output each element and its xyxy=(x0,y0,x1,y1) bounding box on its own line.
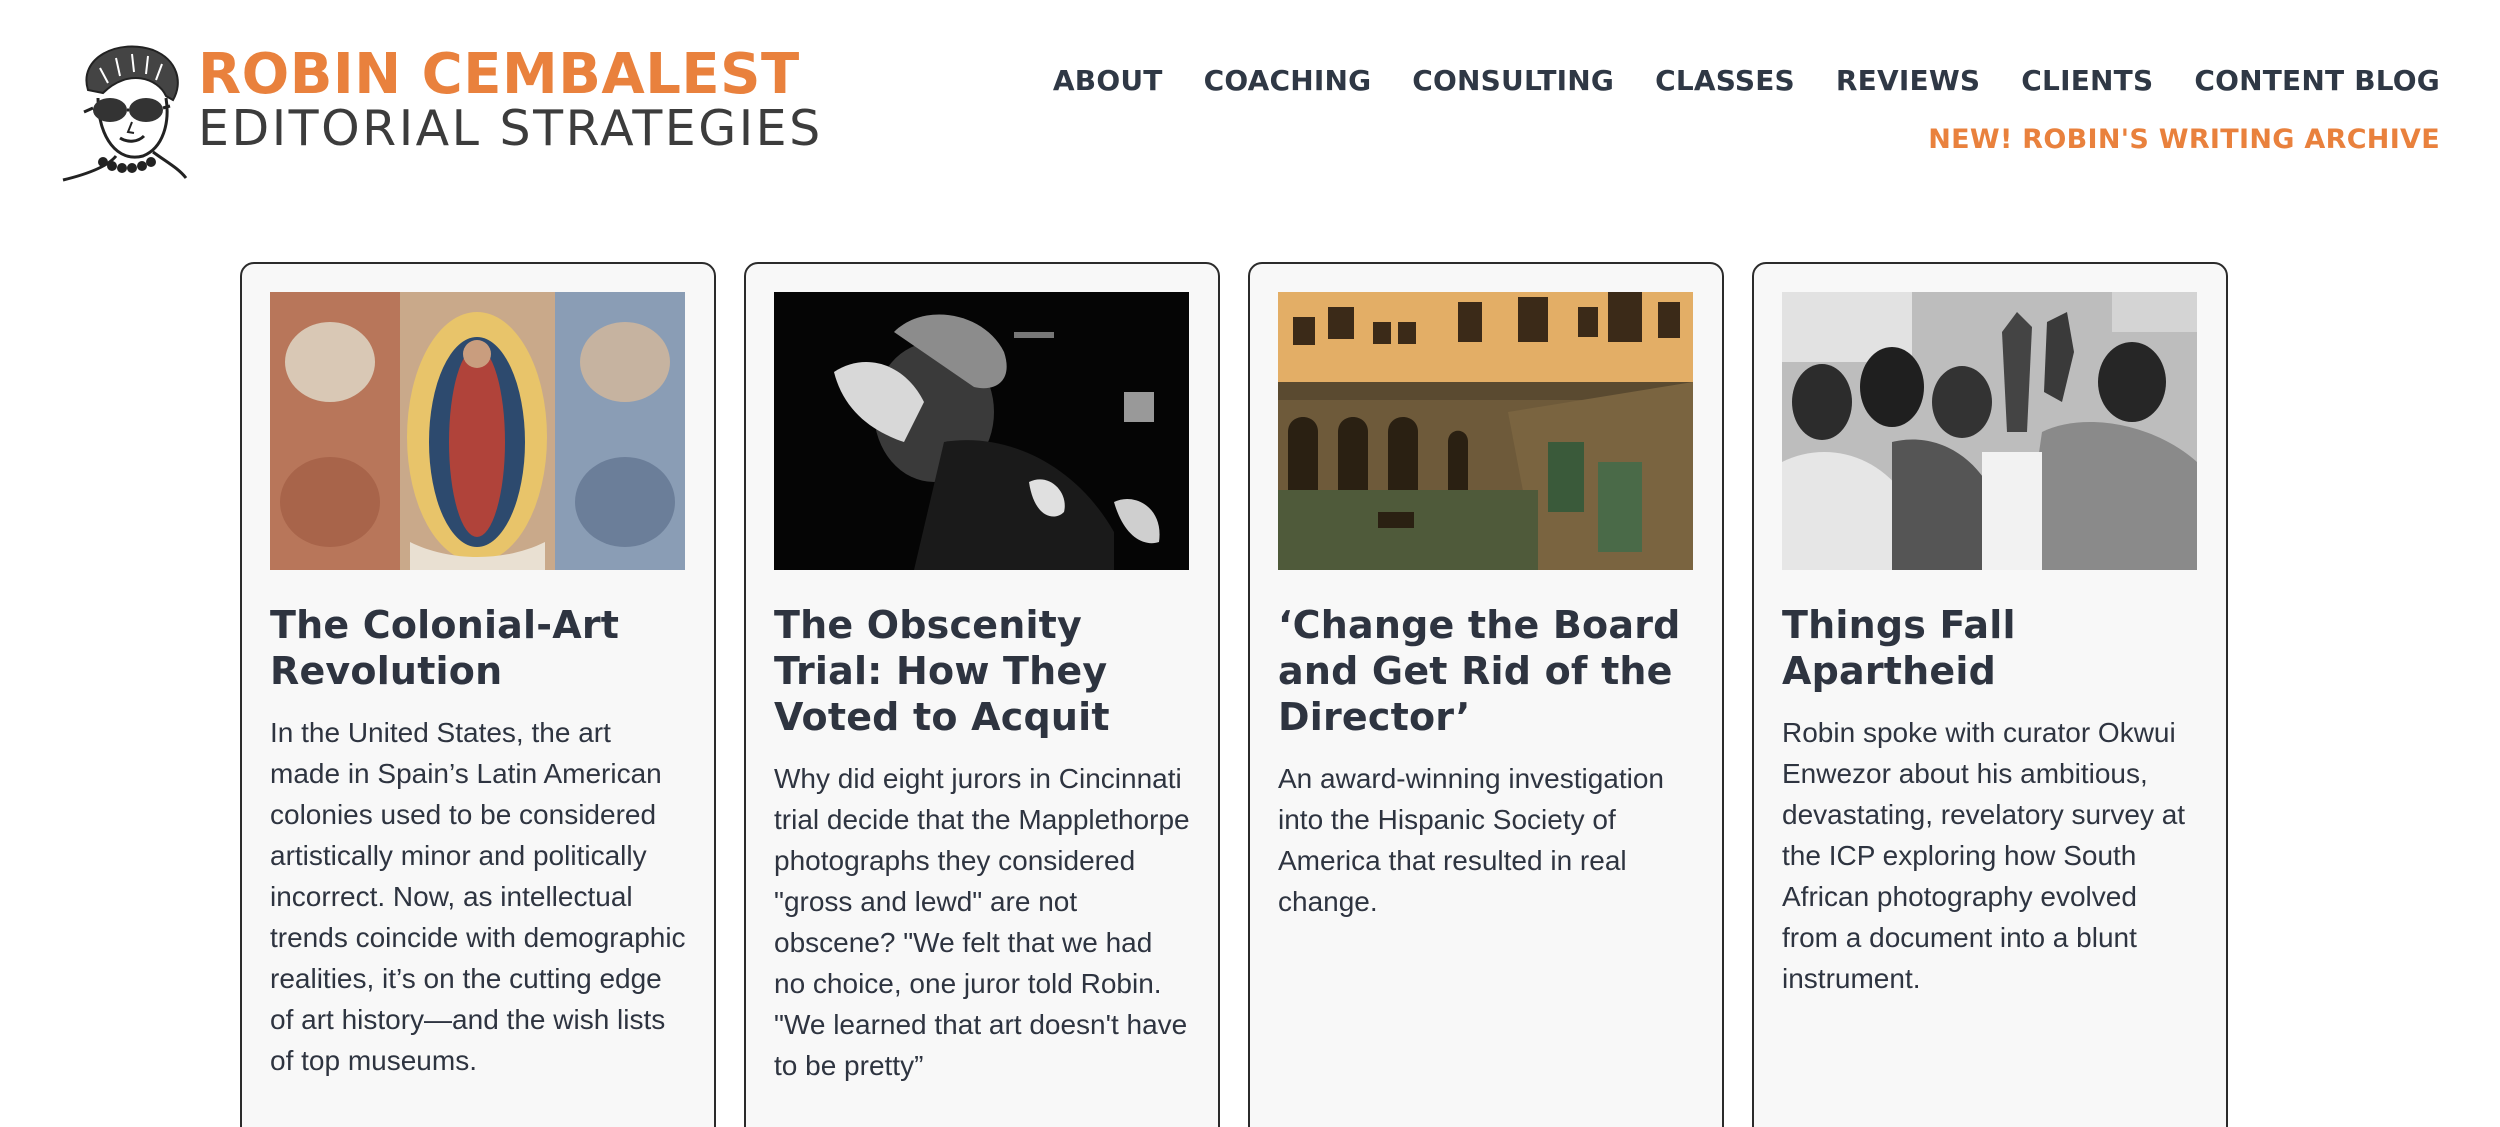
article-card[interactable]: The Colonial-Art Revolution In the Unite… xyxy=(240,262,716,1127)
apartheid-protest-image[interactable] xyxy=(1782,292,2197,570)
nav-coaching[interactable]: COACHING xyxy=(1204,64,1372,97)
article-card[interactable]: ‘Change the Board and Get Rid of the Dir… xyxy=(1248,262,1724,1127)
article-description: Why did eight jurors in Cincinnati trial… xyxy=(774,763,1190,1081)
main-nav: ABOUT COACHING CONSULTING CLASSES REVIEW… xyxy=(1053,64,2440,97)
brand-name: ROBIN CEMBALEST xyxy=(198,42,800,107)
nav-classes[interactable]: CLASSES xyxy=(1655,64,1795,97)
colonial-art-image[interactable] xyxy=(270,292,685,570)
site-header: ROBIN CEMBALEST EDITORIAL STRATEGIES ABO… xyxy=(0,0,2500,220)
article-title[interactable]: The Colonial-Art Revolution xyxy=(270,602,686,694)
obscenity-trial-image[interactable] xyxy=(774,292,1189,570)
hispanic-society-image[interactable] xyxy=(1278,292,1693,570)
article-title[interactable]: The Obscenity Trial: How They Voted to A… xyxy=(774,602,1190,740)
nav-about[interactable]: ABOUT xyxy=(1053,64,1163,97)
article-title[interactable]: ‘Change the Board and Get Rid of the Dir… xyxy=(1278,602,1694,740)
article-title[interactable]: Things Fall Apartheid xyxy=(1782,602,2198,694)
article-description: Robin spoke with curator Okwui Enwezor a… xyxy=(1782,717,2186,994)
article-cards: The Colonial-Art Revolution In the Unite… xyxy=(240,262,2228,1127)
nav-clients[interactable]: CLIENTS xyxy=(2021,64,2153,97)
nav-content-blog[interactable]: CONTENT BLOG xyxy=(2194,64,2440,97)
article-card[interactable]: The Obscenity Trial: How They Voted to A… xyxy=(744,262,1220,1127)
article-description: An award-winning investigation into the … xyxy=(1278,763,1664,917)
robin-avatar-icon xyxy=(62,45,188,182)
site-logo[interactable]: ROBIN CEMBALEST EDITORIAL STRATEGIES xyxy=(58,38,820,188)
nav-consulting[interactable]: CONSULTING xyxy=(1412,64,1614,97)
article-card[interactable]: Things Fall Apartheid Robin spoke with c… xyxy=(1752,262,2228,1127)
brand-tagline: EDITORIAL STRATEGIES xyxy=(198,100,823,157)
article-description: In the United States, the art made in Sp… xyxy=(270,717,686,1076)
nav-writing-archive[interactable]: NEW! ROBIN'S WRITING ARCHIVE xyxy=(1928,124,2440,155)
nav-reviews[interactable]: REVIEWS xyxy=(1836,64,1980,97)
